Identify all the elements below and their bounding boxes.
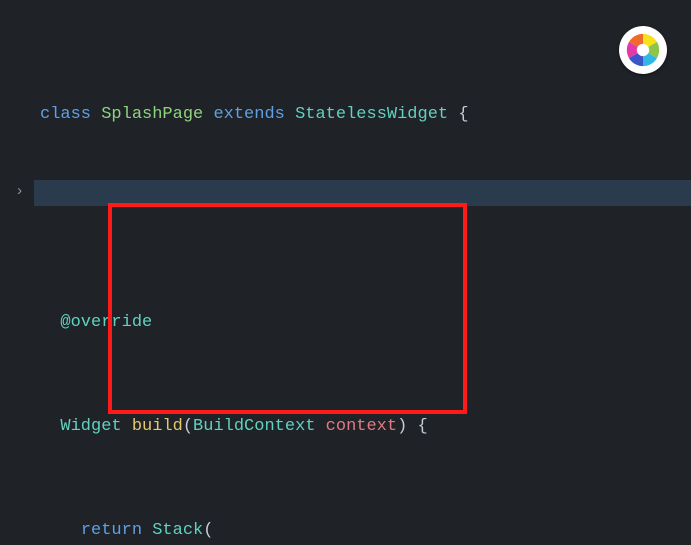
widget-stack: Stack (152, 521, 203, 540)
keyword-return: return (81, 521, 142, 540)
line-blank (40, 206, 469, 232)
line-build-decl: Widget build(BuildContext context) { (40, 414, 469, 440)
gutter: › (0, 0, 34, 545)
color-picker-button[interactable] (619, 26, 667, 74)
brace-open: { (418, 417, 428, 436)
keyword-class: class (40, 105, 91, 124)
line-class-decl: class SplashPage extends StatelessWidget… (40, 102, 469, 128)
line-override: @override (40, 310, 469, 336)
fn-build-name: build (132, 417, 183, 436)
keyword-extends: extends (213, 105, 284, 124)
line-return-stack: return Stack( (40, 518, 469, 544)
param-type: BuildContext (193, 417, 315, 436)
return-type: Widget (60, 417, 121, 436)
fold-caret-icon[interactable]: › (15, 179, 24, 205)
paren-close: ) (397, 417, 407, 436)
code-content[interactable]: class SplashPage extends StatelessWidget… (40, 24, 469, 545)
brace-open: { (458, 105, 468, 124)
superclass-name: StatelessWidget (295, 105, 448, 124)
annotation-override: @override (60, 313, 152, 332)
color-wheel-icon (624, 31, 662, 69)
code-editor: › class SplashPage extends StatelessWidg… (0, 0, 691, 545)
paren-open: ( (203, 521, 213, 540)
class-name: SplashPage (101, 105, 203, 124)
param-name: context (326, 417, 397, 436)
